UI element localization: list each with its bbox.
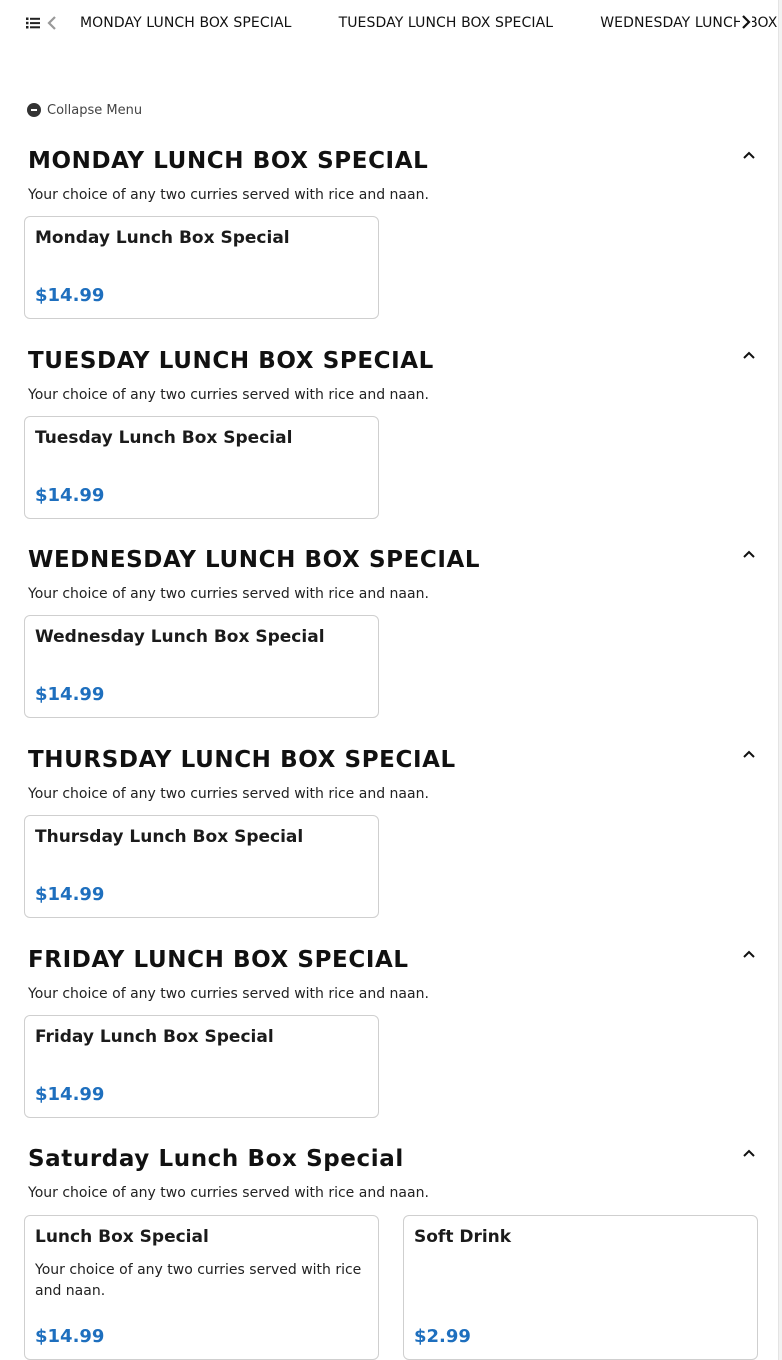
item-name: Lunch Box Special	[35, 1227, 209, 1247]
section-title: Saturday Lunch Box Special	[28, 1146, 404, 1172]
menu-item-card[interactable]: Thursday Lunch Box Special $14.99	[24, 815, 379, 918]
item-name: Friday Lunch Box Special	[35, 1027, 274, 1047]
section-title: MONDAY LUNCH BOX SPECIAL	[28, 148, 429, 174]
item-price: $14.99	[35, 1084, 105, 1105]
scrollbar[interactable]	[778, 0, 782, 1360]
section-title: WEDNESDAY LUNCH BOX SPECIAL	[28, 547, 481, 573]
section-description: Your choice of any two curries served wi…	[28, 786, 429, 802]
chevron-up-icon[interactable]	[742, 1148, 756, 1158]
item-name: Wednesday Lunch Box Special	[35, 627, 325, 647]
chevron-right-icon[interactable]	[740, 13, 752, 31]
menu-item-card[interactable]: Wednesday Lunch Box Special $14.99	[24, 615, 379, 718]
item-name: Tuesday Lunch Box Special	[35, 428, 293, 448]
section-description: Your choice of any two curries served wi…	[28, 1185, 429, 1201]
collapse-menu-button[interactable]: Collapse Menu	[27, 101, 142, 119]
menu-item-card[interactable]: Friday Lunch Box Special $14.99	[24, 1015, 379, 1118]
section-description: Your choice of any two curries served wi…	[28, 187, 429, 203]
section-title: FRIDAY LUNCH BOX SPECIAL	[28, 947, 409, 973]
category-nav-bar: MONDAY LUNCH BOX SPECIAL TUESDAY LUNCH BO…	[0, 0, 782, 46]
section-title: TUESDAY LUNCH BOX SPECIAL	[28, 348, 434, 374]
item-price: $14.99	[35, 285, 105, 306]
list-icon[interactable]	[26, 16, 40, 30]
chevron-up-icon[interactable]	[742, 749, 756, 759]
item-name: Thursday Lunch Box Special	[35, 827, 304, 847]
section-title: THURSDAY LUNCH BOX SPECIAL	[28, 747, 456, 773]
chevron-up-icon[interactable]	[742, 350, 756, 360]
tab-wednesday[interactable]: WEDNESDAY LUNCH BOX SPECIAL	[600, 0, 782, 46]
tab-tuesday[interactable]: TUESDAY LUNCH BOX SPECIAL	[339, 0, 554, 46]
section-description: Your choice of any two curries served wi…	[28, 986, 429, 1002]
tab-monday[interactable]: MONDAY LUNCH BOX SPECIAL	[80, 0, 292, 46]
item-price: $14.99	[35, 884, 105, 905]
item-price: $14.99	[35, 1326, 105, 1347]
item-price: $14.99	[35, 485, 105, 506]
chevron-up-icon[interactable]	[742, 150, 756, 160]
menu-item-card[interactable]: Monday Lunch Box Special $14.99	[24, 216, 379, 319]
minus-circle-icon	[27, 103, 41, 117]
item-price: $14.99	[35, 684, 105, 705]
chevron-up-icon[interactable]	[742, 549, 756, 559]
chevron-left-icon[interactable]	[46, 14, 58, 32]
section-description: Your choice of any two curries served wi…	[28, 586, 429, 602]
item-description: Your choice of any two curries served wi…	[35, 1262, 362, 1299]
item-price: $2.99	[414, 1326, 471, 1347]
menu-item-card[interactable]: Soft Drink $2.99	[403, 1215, 758, 1360]
menu-item-card[interactable]: Tuesday Lunch Box Special $14.99	[24, 416, 379, 519]
collapse-menu-label: Collapse Menu	[47, 102, 143, 118]
section-description: Your choice of any two curries served wi…	[28, 387, 429, 403]
category-tabs: MONDAY LUNCH BOX SPECIAL TUESDAY LUNCH BO…	[80, 0, 782, 46]
chevron-up-icon[interactable]	[742, 949, 756, 959]
menu-item-card[interactable]: Lunch Box Special Your choice of any two…	[24, 1215, 379, 1360]
item-name: Monday Lunch Box Special	[35, 228, 290, 248]
item-name: Soft Drink	[414, 1227, 512, 1247]
